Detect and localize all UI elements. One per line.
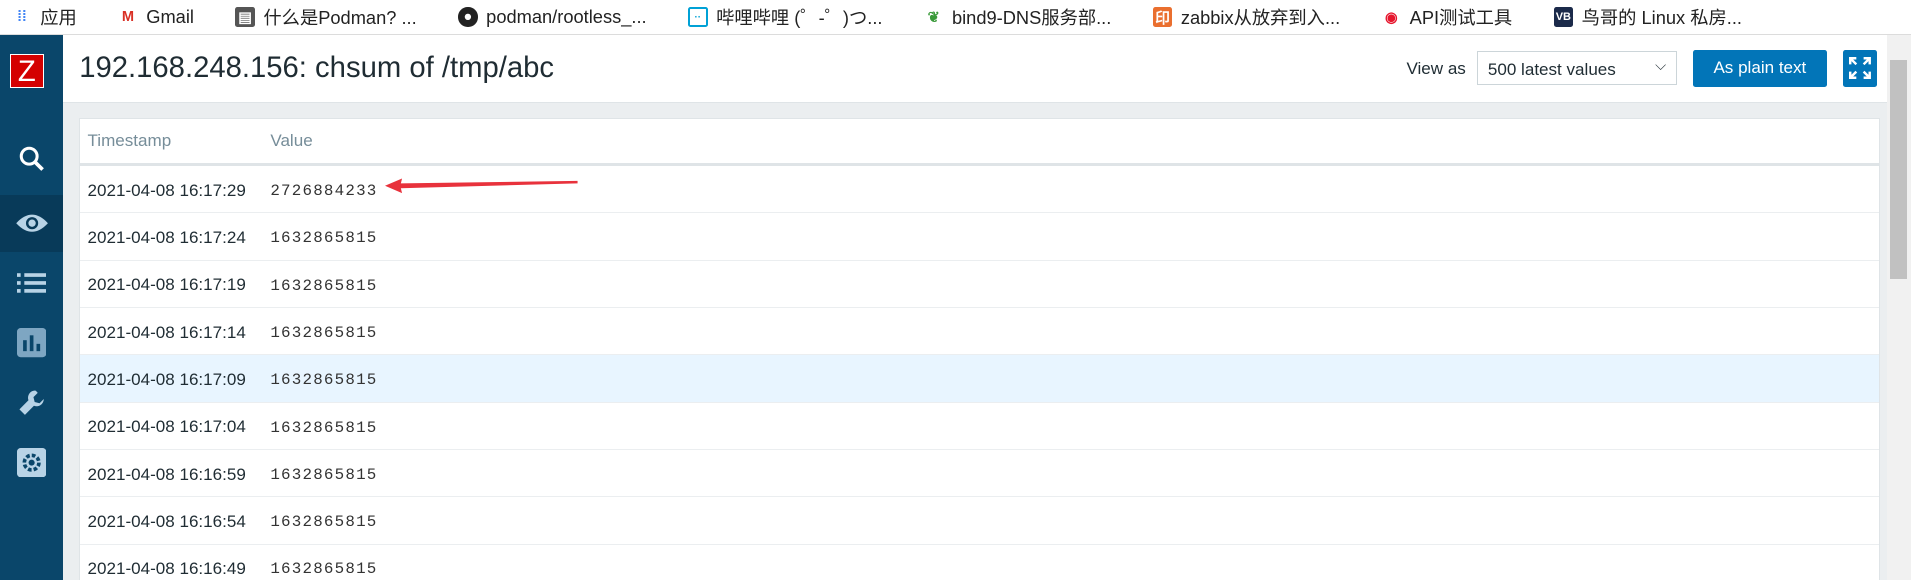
fullscreen-icon (1848, 57, 1871, 80)
doc-icon: ▤ (235, 7, 255, 27)
apps-grid-icon: ⁞⁞ (17, 9, 27, 26)
bilibili-icon: ·· (688, 7, 708, 27)
chevron-down-icon: ⌵ (1655, 58, 1667, 75)
column-value[interactable]: Value (270, 131, 312, 151)
bookmark-apps[interactable]: ⁞⁞ 应用 (12, 4, 77, 30)
table-header: Timestamp Value (80, 119, 1880, 167)
bookmarks-bar: ⁞⁞ 应用 M Gmail ▤ 什么是Podman? ... ● podman/root… (0, 0, 1911, 36)
leaf-icon: ❦ (927, 9, 940, 26)
timestamp-cell: 2021-04-08 16:17:14 (87, 322, 246, 342)
bookmark-podman[interactable]: ▤ 什么是Podman? ... (235, 4, 417, 30)
bookmark-label: Gmail (146, 6, 194, 28)
table-row: 2021-04-08 16:17:29 2726884233 (80, 166, 1880, 214)
chart-icon[interactable] (0, 314, 63, 371)
jianshu-icon: 印 (1152, 7, 1173, 27)
table-row: 2021-04-08 16:17:24 1632865815 (80, 213, 1880, 261)
vbird-icon: VB (1553, 7, 1574, 27)
value-cell: 1632865815 (270, 323, 378, 342)
value-cell: 1632865815 (270, 418, 378, 437)
fullscreen-button[interactable] (1842, 49, 1877, 87)
page-scrollbar[interactable] (1886, 35, 1911, 580)
table-row: 2021-04-08 16:17:04 1632865815 (80, 403, 1880, 450)
gear-icon[interactable] (0, 434, 63, 491)
timestamp-cell: 2021-04-08 16:16:49 (87, 559, 246, 579)
zabbix-logo[interactable]: Z (9, 53, 44, 88)
bookmark-github[interactable]: ● podman/rootless_... (458, 6, 647, 28)
bookmark-label: 应用 (40, 7, 77, 29)
page-header: 192.168.248.156: chsum of /tmp/abc View … (63, 35, 1887, 104)
view-as-value: 500 latest values (1487, 59, 1616, 79)
history-table: Timestamp Value 2021-04-08 16:17:29 27268… (79, 118, 1881, 580)
github-icon: ● (458, 7, 478, 27)
view-as-select[interactable]: 500 latest values ⌵ (1477, 51, 1677, 86)
bookmark-bind9[interactable]: ❦ bind9-DNS服务部... (924, 4, 1112, 30)
table-row: 2021-04-08 16:17:09 1632865815 (80, 355, 1880, 403)
table-row: 2021-04-08 16:16:59 1632865815 (80, 450, 1880, 498)
page-title: 192.168.248.156: chsum of /tmp/abc (79, 52, 555, 85)
table-row: 2021-04-08 16:17:14 1632865815 (80, 308, 1880, 356)
screen: ⁞⁞ 应用 M Gmail ▤ 什么是Podman? ... ● podman/root… (0, 0, 1911, 580)
sidebar: Z (0, 35, 64, 580)
value-cell: 1632865815 (270, 513, 378, 532)
bookmark-gmail[interactable]: M Gmail (118, 6, 194, 28)
bookmark-label: podman/rootless_... (486, 6, 647, 28)
value-cell: 1632865815 (270, 371, 378, 390)
timestamp-cell: 2021-04-08 16:16:59 (87, 464, 246, 484)
table-row: 2021-04-08 16:16:54 1632865815 (80, 497, 1880, 545)
value-cell: 1632865815 (270, 276, 378, 295)
timestamp-cell: 2021-04-08 16:17:04 (87, 417, 246, 437)
value-cell: 1632865815 (270, 229, 378, 248)
column-timestamp[interactable]: Timestamp (88, 131, 172, 151)
timestamp-cell: 2021-04-08 16:16:54 (87, 511, 246, 531)
value-cell: 2726884233 (270, 181, 378, 200)
eye-icon[interactable] (0, 195, 64, 253)
bookmark-vbird[interactable]: VB 鸟哥的 Linux 私房... (1553, 4, 1742, 30)
bookmark-label: API测试工具 (1409, 7, 1513, 29)
timestamp-cell: 2021-04-08 16:17:09 (87, 369, 246, 389)
timestamp-cell: 2021-04-08 16:17:24 (87, 228, 246, 248)
bookmark-label: bind9-DNS服务部... (951, 7, 1112, 29)
gmail-icon: M (121, 9, 135, 26)
timestamp-cell: 2021-04-08 16:17:19 (87, 275, 246, 295)
wrench-icon[interactable] (0, 374, 63, 431)
view-as-label: View as (1406, 58, 1466, 78)
value-cell: 1632865815 (270, 560, 378, 579)
bookmark-api[interactable]: ◉ API测试工具 (1382, 4, 1513, 30)
red-arrow-annotation (385, 177, 578, 193)
timestamp-cell: 2021-04-08 16:17:29 (87, 180, 246, 200)
scrollbar-thumb[interactable] (1890, 59, 1908, 280)
table-row: 2021-04-08 16:16:49 1632865815 (80, 545, 1879, 580)
bookmark-label: zabbix从放弃到入... (1180, 7, 1341, 29)
bookmark-zabbix[interactable]: 印 zabbix从放弃到入... (1152, 4, 1341, 30)
table-row: 2021-04-08 16:17:19 1632865815 (80, 261, 1880, 309)
bookmark-label: 什么是Podman? ... (263, 7, 417, 29)
list-icon[interactable] (0, 255, 63, 312)
weibo-icon: ◉ (1384, 9, 1398, 26)
bookmark-label: 鸟哥的 Linux 私房... (1581, 7, 1742, 29)
search-icon[interactable] (0, 130, 63, 187)
bookmark-bilibili[interactable]: ·· 哔哩哔哩 (゜-゜)つ... (688, 4, 883, 30)
bookmark-label: 哔哩哔哩 (゜-゜)つ... (716, 7, 883, 29)
as-plain-text-button[interactable]: As plain text (1692, 49, 1827, 87)
value-cell: 1632865815 (270, 465, 378, 484)
